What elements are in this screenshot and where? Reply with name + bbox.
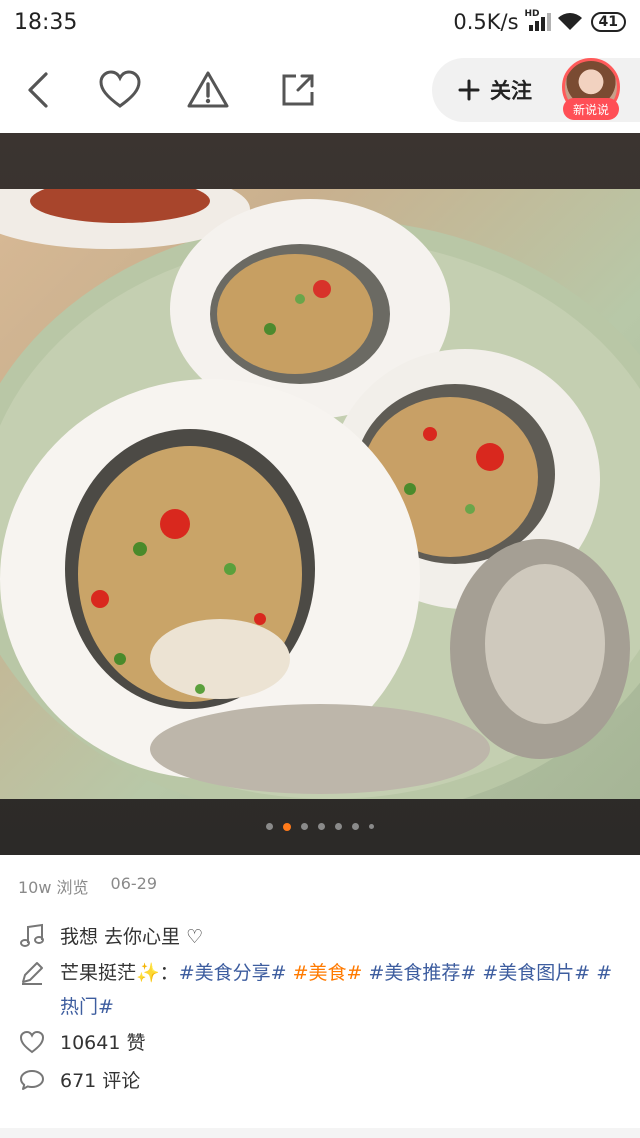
- hashtag[interactable]: #美食图片#: [482, 962, 590, 984]
- heart-outline-icon: [18, 1028, 46, 1056]
- signal-icon: HD: [525, 9, 551, 31]
- pager-dot[interactable]: [266, 823, 273, 830]
- post-meta: 10w 浏览 06-29: [18, 874, 157, 898]
- status-time: 18:35: [14, 9, 78, 35]
- music-row[interactable]: 我想 去你心里 ♡: [18, 922, 203, 950]
- music-note-icon: [18, 922, 46, 950]
- oyster-dish-illustration: [0, 189, 640, 799]
- pager-dot-active[interactable]: [283, 823, 291, 831]
- hashtag[interactable]: #美食分享#: [179, 962, 287, 984]
- author-name[interactable]: 芒果挺茫: [60, 962, 136, 984]
- post-photo[interactable]: [0, 189, 640, 799]
- heart-icon[interactable]: [96, 66, 144, 114]
- avatar-badge: 新说说: [563, 98, 619, 120]
- follow-label: 关注: [490, 79, 532, 103]
- like-count: 10641 赞: [60, 1032, 146, 1054]
- pencil-icon: [18, 959, 46, 987]
- warning-triangle-icon[interactable]: [184, 66, 232, 114]
- plus-icon: [458, 79, 480, 101]
- pager-dot[interactable]: [352, 823, 359, 830]
- status-bar: 18:35 0.5K/s HD 41: [0, 0, 640, 44]
- caption-text: 芒果挺茫✨：#美食分享# #美食# #美食推荐# #美食图片# #热门#: [60, 956, 620, 1024]
- comment-bubble-icon: [18, 1066, 46, 1094]
- caption-row: 芒果挺茫✨：#美食分享# #美食# #美食推荐# #美食图片# #热门#: [18, 956, 620, 1024]
- post-date: 06-29: [110, 874, 158, 893]
- gallery-pager: [0, 823, 640, 831]
- top-nav: 关注: [0, 52, 640, 128]
- pager-dot[interactable]: [318, 823, 325, 830]
- likes-row[interactable]: 10641 赞: [18, 1028, 145, 1056]
- pager-dot[interactable]: [335, 823, 342, 830]
- pager-dot[interactable]: [301, 823, 308, 830]
- view-count: 10w 浏览: [18, 878, 89, 897]
- battery-indicator: 41: [590, 12, 626, 32]
- hashtag-hot[interactable]: #美食#: [293, 962, 363, 984]
- follow-button[interactable]: 关注: [458, 70, 532, 110]
- share-icon[interactable]: [274, 66, 322, 114]
- music-title: 我想 去你心里 ♡: [60, 926, 204, 948]
- network-speed: 0.5K/s: [453, 10, 519, 34]
- wifi-icon: [557, 13, 582, 30]
- author-suffix: ✨：: [136, 962, 179, 984]
- pager-dot[interactable]: [369, 824, 374, 829]
- comments-row[interactable]: 671 评论: [18, 1066, 140, 1094]
- comment-count: 671 评论: [60, 1070, 141, 1092]
- bottom-divider: [0, 1128, 640, 1138]
- photo-gallery[interactable]: [0, 133, 640, 855]
- back-chevron-icon[interactable]: [14, 66, 62, 114]
- hashtag[interactable]: #美食推荐#: [368, 962, 476, 984]
